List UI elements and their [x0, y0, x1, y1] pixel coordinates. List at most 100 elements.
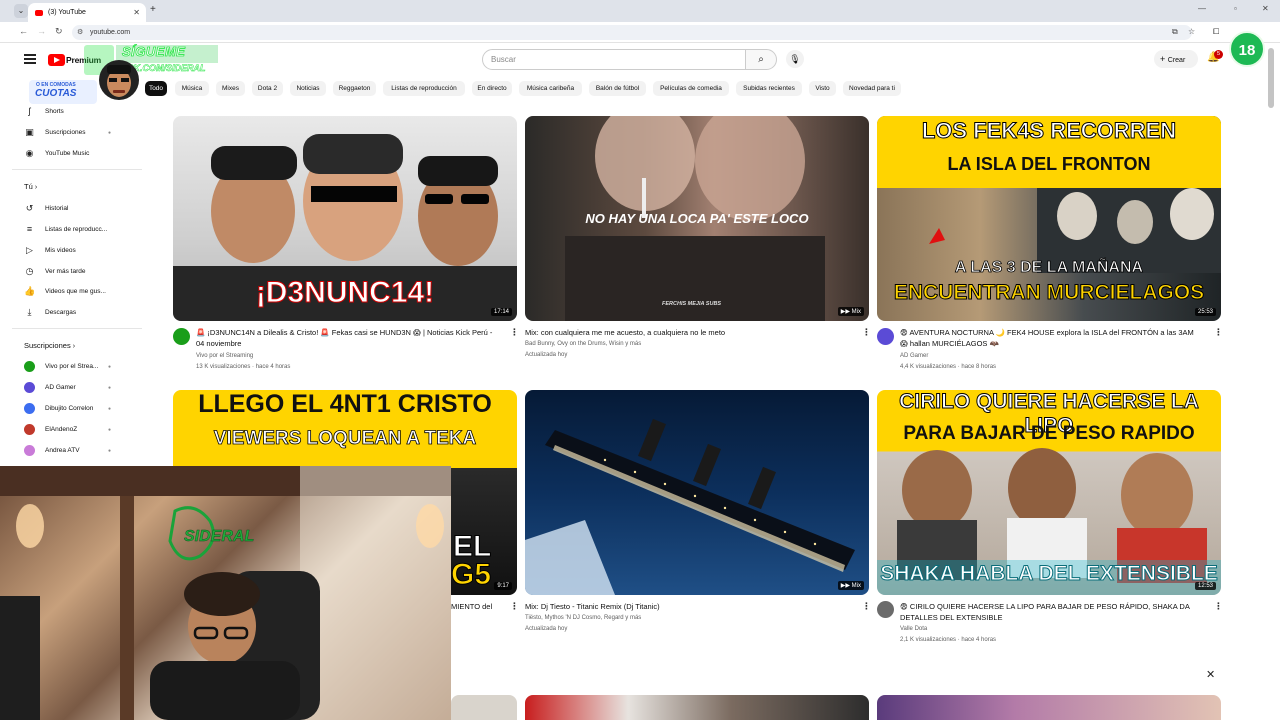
page-scrollbar[interactable] [1268, 48, 1274, 108]
video-title[interactable]: 😨 AVENTURA NOCTURNA 🌙 FEK4 HOUSE explora… [900, 327, 1225, 349]
voice-search-mic-icon[interactable]: 🎙 [786, 50, 804, 68]
sidebar-item-liked-videos[interactable]: 👍 Videos que me gus... [24, 285, 106, 297]
site-info-icon[interactable]: ⚙ [77, 25, 83, 40]
video-channel[interactable]: Tiësto, Mythos 'N DJ Cosmo, Regard y más [525, 613, 641, 624]
channel-avatar[interactable] [173, 328, 190, 345]
sidebar-item-downloads[interactable]: ⤓ Descargas [24, 306, 77, 318]
create-button[interactable]: + Crear [1154, 50, 1198, 68]
video-thumbnail[interactable]: ▶▶ Mix [525, 390, 869, 595]
video-channel[interactable]: Valle Dota [900, 624, 927, 635]
chip-visto[interactable]: Visto [809, 81, 836, 96]
sidebar-item-youtube-music[interactable]: ◉ YouTube Music [24, 147, 90, 159]
webcam-logo-text: SIDERAL [184, 528, 255, 545]
more-options-icon[interactable]: ⋮ [510, 601, 519, 612]
channel-avatar[interactable] [877, 601, 894, 618]
sidebar-sub-ad-gamer[interactable]: AD Gamer [24, 381, 76, 393]
more-options-icon[interactable]: ⋮ [510, 327, 519, 338]
history-icon: ↺ [25, 202, 34, 213]
video-thumbnail[interactable]: ¡D3NUNC14! 17:14 [173, 116, 517, 321]
plus-icon: + [1160, 54, 1168, 64]
chip-balon-de-futbol[interactable]: Balón de fútbol [589, 81, 646, 96]
my-videos-icon: ▷ [26, 244, 33, 255]
sidebar-item-watch-later[interactable]: ◷ Ver más tarde [24, 265, 86, 277]
mix-badge: ▶▶ Mix [837, 307, 864, 316]
chip-peliculas-de-comedia[interactable]: Películas de comedia [653, 81, 729, 96]
sidebar-sub-elandenoz[interactable]: ElAndenoZ [24, 423, 77, 435]
video-channel[interactable]: AD Gamer [900, 351, 928, 362]
video-title[interactable]: Mix: Dj Tiesto - Titanic Remix (Dj Titan… [525, 601, 850, 612]
video-thumbnail[interactable]: CIRILO QUIERE HACERSE LA LIPO PARA BAJAR… [877, 390, 1221, 595]
sidebar-you-heading[interactable]: Tú › [24, 182, 37, 191]
search-button[interactable]: ⌕ [745, 49, 777, 70]
create-label: Crear [1167, 57, 1186, 64]
sidebar-item-my-videos[interactable]: ▷ Mis videos [24, 244, 76, 256]
video-channel[interactable]: Bad Bunny, Ovy on the Drums, Wisin y más [525, 339, 641, 350]
tab-close-icon[interactable]: ✕ [133, 8, 140, 17]
video-thumbnail-partial[interactable] [525, 695, 869, 720]
sidebar-sub-dibujito-correlon[interactable]: Dibujito Correlon [24, 402, 93, 414]
menu-hamburger-icon[interactable] [24, 54, 36, 64]
more-options-icon[interactable]: ⋮ [1214, 601, 1223, 612]
sidebar-sub-vivo-por-el-streaming[interactable]: Vivo por el Strea... [24, 360, 98, 372]
video-title[interactable]: MIENTO del [451, 601, 511, 612]
chevron-right-icon: › [34, 184, 38, 191]
chip-noticias[interactable]: Noticias [290, 81, 326, 96]
chip-todo[interactable]: Todo [145, 81, 167, 96]
youtube-logo-icon[interactable] [48, 54, 65, 66]
video-thumbnail[interactable]: NO HAY UNA LOCA PA' ESTE LOCO FERCHIS ME… [525, 116, 869, 321]
tab-search-chevron-down-icon[interactable]: ⌄ [14, 4, 28, 18]
extensions-icon[interactable]: ⧠ [1213, 27, 1219, 37]
tab-title: (3) YouTube [48, 9, 86, 16]
search-input[interactable]: Buscar [482, 49, 746, 70]
chip-musica[interactable]: Música [175, 81, 209, 96]
thumbnail-caption-bottom: SHAKA HABLA DEL EXTENSIBLE [880, 562, 1219, 586]
chip-playlists[interactable]: Listas de reproducción [383, 81, 465, 96]
video-channel[interactable]: Vivo por el Streaming [196, 351, 253, 362]
video-duration: 25:53 [1194, 308, 1216, 316]
video-title[interactable]: 🚨 ¡D3NUNC14N a Dilealis & Cristo! 🚨 Feka… [196, 327, 521, 349]
sidebar-item-history[interactable]: ↺ Historial [24, 202, 69, 214]
video-thumbnail-partial[interactable] [451, 695, 517, 720]
more-options-icon[interactable]: ⋮ [862, 601, 871, 612]
chip-reggaeton[interactable]: Reggaeton [333, 81, 376, 96]
dismiss-close-icon[interactable]: ✕ [1206, 668, 1215, 681]
chip-musica-caribena[interactable]: Música caribeña [519, 81, 582, 96]
like-icon: 👍 [24, 285, 36, 296]
sidebar-item-subscriptions[interactable]: ▣ Suscripciones [24, 126, 85, 138]
sidebar-item-shorts[interactable]: ʃ Shorts [24, 105, 64, 117]
video-title[interactable]: Mix: con cualquiera me me acuesto, a cua… [525, 327, 850, 338]
video-title[interactable]: 😨 CIRILO QUIERE HACERSE LA LIPO PARA BAJ… [900, 601, 1225, 623]
channel-avatar[interactable] [877, 328, 894, 345]
chip-dota-2[interactable]: Dota 2 [252, 81, 283, 96]
back-arrow-icon[interactable]: ← [19, 26, 28, 36]
notifications-count-badge: 5 [1214, 50, 1223, 59]
playlist-icon: ≡ [26, 223, 33, 234]
new-tab-button[interactable]: + [150, 4, 156, 15]
sidebar-subscriptions-heading[interactable]: Suscripciones › [24, 341, 75, 350]
url-bar[interactable]: ⚙ youtube.com [72, 25, 1192, 40]
video-thumbnail[interactable]: LOS FEK4S RECORREN LA ISLA DEL FRONTON A… [877, 116, 1221, 321]
reload-icon[interactable]: ↻ [55, 26, 63, 37]
chip-subidas-recientes[interactable]: Subidas recientes [736, 81, 802, 96]
watch-later-icon: ◷ [25, 265, 34, 276]
video-thumbnail-partial[interactable] [877, 695, 1221, 720]
video-title-line: 😨 CIRILO QUIERE HACERSE LA LIPO PARA BAJ… [900, 602, 1190, 611]
maximize-icon[interactable]: ▫ [1234, 4, 1237, 13]
subscriptions-icon: ▣ [25, 126, 34, 137]
music-icon: ◉ [25, 147, 34, 158]
chip-novedad-para-ti[interactable]: Novedad para ti [843, 81, 901, 96]
sidebar-item-playlists[interactable]: ≡ Listas de reproducc... [24, 223, 107, 235]
mix-badge-label: Mix [851, 583, 861, 589]
chip-mixes[interactable]: Mixes [216, 81, 245, 96]
forward-arrow-icon[interactable]: → [37, 26, 46, 36]
minimize-icon[interactable]: — [1198, 4, 1206, 13]
bookmark-star-icon[interactable]: ☆ [1188, 27, 1195, 36]
sidebar-sub-andrea-atv[interactable]: Andrea ATV [24, 444, 80, 456]
more-options-icon[interactable]: ⋮ [862, 327, 871, 338]
browser-tab-youtube[interactable]: (3) YouTube ✕ [28, 3, 146, 22]
chip-en-directo[interactable]: En directo [472, 81, 512, 96]
window-close-icon[interactable]: ✕ [1262, 4, 1269, 13]
install-app-icon[interactable]: ⧉ [1172, 27, 1178, 37]
thumbnail-caption-bottom-2: ENCUENTRAN MURCIELAGOS [893, 281, 1205, 305]
more-options-icon[interactable]: ⋮ [1214, 327, 1223, 338]
